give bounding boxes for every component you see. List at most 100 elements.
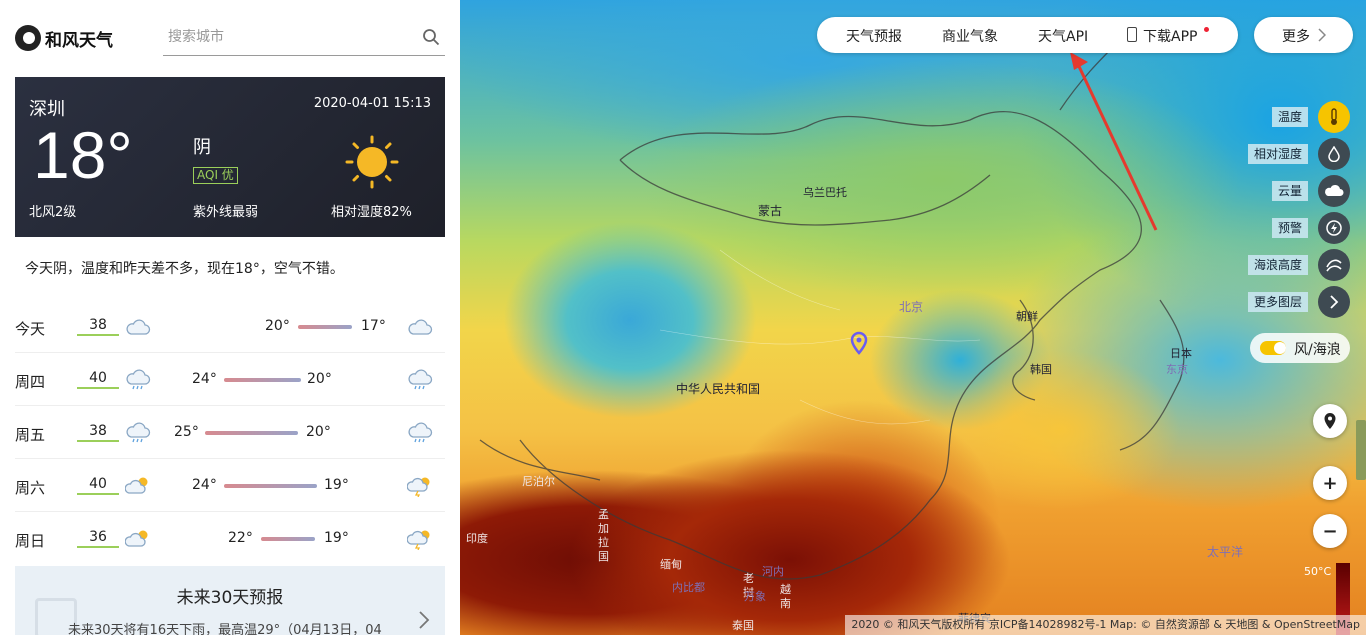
forecast-high: 20° bbox=[265, 318, 290, 334]
forecast-aqi: 38 bbox=[77, 316, 119, 336]
rain-cloud-icon bbox=[408, 422, 433, 443]
temperature-range-bar bbox=[298, 325, 352, 329]
map-label: 孟加拉国 bbox=[598, 508, 609, 563]
zoom-out-button[interactable]: − bbox=[1313, 514, 1347, 548]
thirty-day-forecast-card[interactable]: 未来30天预报 未来30天将有16天下雨，最高温29°（04月13日，04 bbox=[15, 566, 445, 635]
forecast-day: 周五 bbox=[15, 426, 46, 444]
layer-more[interactable]: 更多图层 bbox=[1247, 286, 1350, 318]
rain-cloud-icon bbox=[126, 369, 151, 390]
humidity-info: 相对湿度82% bbox=[331, 205, 412, 220]
top-navigation: 天气预报 商业气象 天气API 下载APP bbox=[817, 17, 1238, 53]
map-label: 日本 bbox=[1170, 347, 1192, 360]
map-label: 乌兰巴托 bbox=[803, 186, 847, 199]
forecast-row[interactable]: 今天 38 20° 17° bbox=[15, 300, 445, 353]
thirty-day-title: 未来30天预报 bbox=[176, 588, 284, 608]
forecast-row[interactable]: 周六 40 24° 19° bbox=[15, 459, 445, 512]
forecast-high: 25° bbox=[174, 424, 199, 440]
forecast-low: 20° bbox=[307, 371, 332, 387]
logo[interactable]: 和风天气 bbox=[15, 25, 113, 51]
forecast-row[interactable]: 周日 36 22° 19° bbox=[15, 512, 445, 565]
chevron-right-icon[interactable] bbox=[417, 610, 431, 630]
layer-alert[interactable]: 预警 bbox=[1250, 212, 1350, 244]
chevron-right-icon[interactable] bbox=[1318, 286, 1350, 318]
forecast-day: 周六 bbox=[15, 479, 46, 497]
droplet-icon[interactable] bbox=[1318, 138, 1350, 170]
rain-cloud-icon bbox=[126, 422, 151, 443]
nav-weather-api[interactable]: 天气API bbox=[1038, 26, 1088, 46]
aqi-badge[interactable]: AQI 优 bbox=[193, 167, 238, 184]
map-label: 北京 bbox=[899, 300, 924, 314]
notification-dot bbox=[1204, 27, 1209, 32]
forecast-row[interactable]: 周五 38 25° 20° bbox=[15, 406, 445, 459]
forecast-low: 17° bbox=[361, 318, 386, 334]
weather-map[interactable]: 乌兰巴托 蒙古 北京 朝鲜 韩国 日本 东京 中华人民共和国 尼泊尔 印度 孟加… bbox=[460, 0, 1366, 635]
layer-label: 云量 bbox=[1271, 181, 1308, 201]
forecast-aqi: 36 bbox=[77, 528, 119, 548]
layer-label: 海浪高度 bbox=[1247, 255, 1308, 275]
forecast-day: 周日 bbox=[15, 532, 46, 550]
map-label: 中华人民共和国 bbox=[676, 382, 761, 396]
temperature-range-bar bbox=[261, 537, 315, 541]
temperature-range-bar bbox=[224, 378, 301, 382]
side-scroll-handle[interactable] bbox=[1356, 420, 1366, 480]
map-label: 韩国 bbox=[1030, 363, 1052, 376]
minus-icon: − bbox=[1322, 520, 1338, 542]
forecast-aqi: 40 bbox=[77, 475, 119, 495]
layer-label: 更多图层 bbox=[1247, 292, 1308, 312]
zoom-in-button[interactable]: + bbox=[1313, 466, 1347, 500]
layer-cloud[interactable]: 云量 bbox=[1250, 175, 1350, 207]
map-label: 越南 bbox=[780, 583, 791, 610]
sun-icon bbox=[345, 135, 399, 189]
map-label: 河内 bbox=[762, 565, 784, 578]
thirty-day-description: 未来30天将有16天下雨，最高温29°（04月13日，04 bbox=[68, 623, 382, 635]
nav-download-app[interactable]: 下载APP bbox=[1143, 26, 1197, 46]
logo-icon bbox=[15, 25, 41, 51]
thermometer-icon[interactable] bbox=[1318, 101, 1350, 133]
alert-icon[interactable] bbox=[1318, 212, 1350, 244]
locate-pin-icon bbox=[1324, 413, 1336, 429]
daily-forecast-list: 今天 38 20° 17° 周四 40 24° 20° 周五 38 25° 20… bbox=[15, 300, 445, 565]
thunder-sun-icon bbox=[407, 530, 430, 550]
left-panel: 和风天气 深圳 2020-04-01 15:13 18° 阴 AQI 优 bbox=[0, 0, 460, 635]
cloud-icon bbox=[126, 319, 151, 335]
partly-sunny-icon bbox=[125, 530, 148, 547]
forecast-day: 周四 bbox=[15, 373, 46, 391]
cloud-layer-icon[interactable] bbox=[1318, 175, 1350, 207]
annotation-arrow bbox=[1070, 52, 1158, 231]
more-button[interactable]: 更多 bbox=[1254, 17, 1353, 53]
nav-business-weather[interactable]: 商业气象 bbox=[942, 26, 998, 46]
map-label: 泰国 bbox=[732, 619, 754, 632]
layer-humidity[interactable]: 相对湿度 bbox=[1247, 138, 1350, 170]
layer-temperature[interactable]: 温度 bbox=[1250, 101, 1350, 133]
map-label: 太平洋 bbox=[1207, 545, 1244, 559]
search-icon[interactable] bbox=[422, 28, 440, 46]
location-pin-icon[interactable] bbox=[849, 331, 869, 355]
phone-icon bbox=[1127, 27, 1137, 42]
map-label: 东京 bbox=[1166, 363, 1188, 376]
wind-info: 北风2级 bbox=[29, 205, 77, 220]
toggle-label: 风/海浪 bbox=[1294, 342, 1341, 358]
layer-label: 温度 bbox=[1271, 107, 1308, 127]
forecast-low: 19° bbox=[324, 530, 349, 546]
forecast-high: 24° bbox=[192, 371, 217, 387]
layer-wave-height[interactable]: 海浪高度 bbox=[1247, 249, 1350, 281]
weather-condition: 阴 bbox=[193, 137, 211, 158]
wind-wave-toggle[interactable]: 风/海浪 bbox=[1250, 333, 1350, 363]
brand-name: 和风天气 bbox=[45, 30, 113, 51]
plus-icon: + bbox=[1322, 472, 1338, 494]
search-input[interactable] bbox=[163, 22, 403, 52]
current-temperature: 18° bbox=[33, 118, 133, 192]
forecast-high: 24° bbox=[192, 477, 217, 493]
nav-weather-forecast[interactable]: 天气预报 bbox=[846, 26, 902, 46]
map-label: 蒙古 bbox=[758, 204, 783, 218]
copyright-text: 2020 © 和风天气版权所有 京ICP备14028982号-1 Map: © … bbox=[845, 615, 1366, 635]
locate-button[interactable] bbox=[1313, 404, 1347, 438]
wave-icon[interactable] bbox=[1318, 249, 1350, 281]
map-label: 尼泊尔 bbox=[522, 475, 555, 488]
temperature-range-bar bbox=[224, 484, 317, 488]
forecast-day: 今天 bbox=[15, 320, 46, 338]
temperature-range-bar bbox=[205, 431, 298, 435]
map-label: 印度 bbox=[466, 532, 488, 545]
forecast-aqi: 38 bbox=[77, 422, 119, 442]
forecast-row[interactable]: 周四 40 24° 20° bbox=[15, 353, 445, 406]
